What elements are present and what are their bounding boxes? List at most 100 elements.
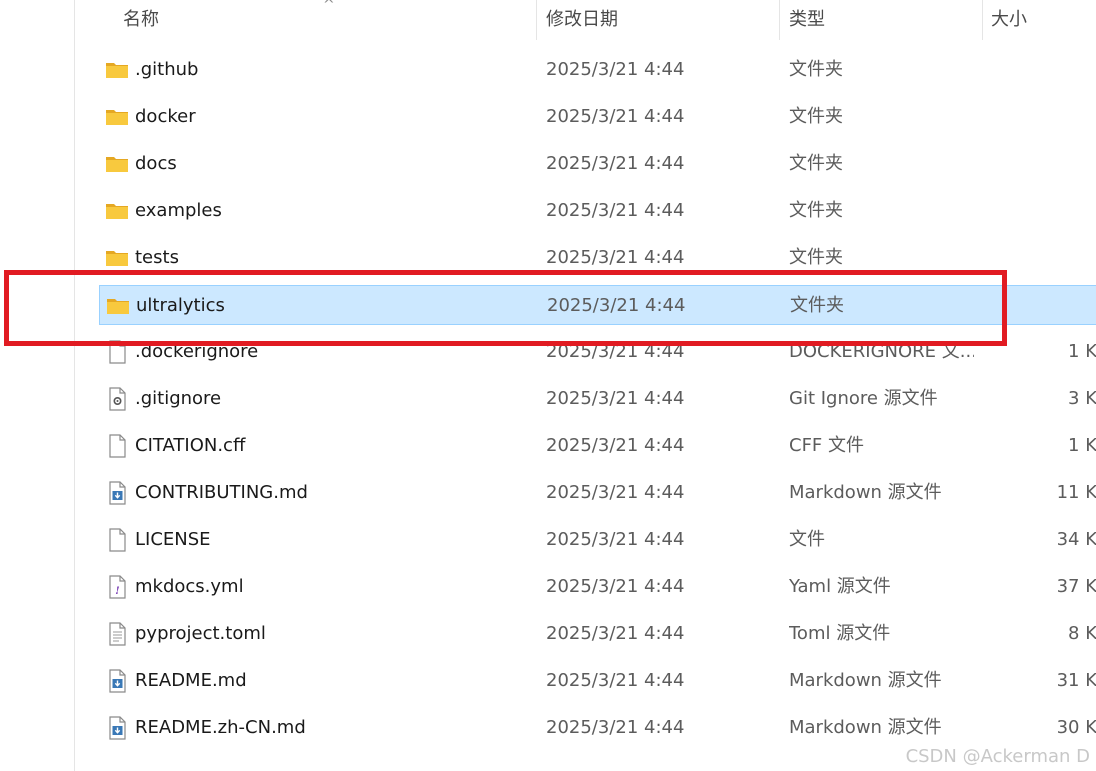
column-header-bar: 名称 ^ 修改日期 类型 大小 — [75, 0, 1096, 44]
file-type: 文件夹 — [789, 200, 843, 221]
file-type: CFF 文件 — [789, 435, 864, 456]
folder-icon — [105, 152, 129, 176]
svg-text:!: ! — [115, 586, 119, 597]
file-type: 文件夹 — [789, 59, 843, 80]
file-size: 1 K — [1068, 341, 1096, 362]
column-divider[interactable] — [536, 0, 537, 40]
file-icon — [105, 528, 129, 552]
yaml-file-icon: ! — [105, 575, 129, 599]
file-row[interactable]: docs 2025/3/21 4:44 文件夹 — [99, 144, 1096, 184]
file-size: 37 K — [1056, 576, 1096, 597]
file-name: README.zh-CN.md — [135, 717, 306, 738]
file-row[interactable]: .dockerignore 2025/3/21 4:44 DOCKERIGNORE … — [99, 332, 1096, 372]
modified-date: 2025/3/21 4:44 — [546, 529, 685, 550]
file-name: mkdocs.yml — [135, 576, 244, 597]
file-type: DOCKERIGNORE 文... — [789, 341, 974, 362]
file-type: Markdown 源文件 — [789, 717, 942, 738]
file-size — [999, 238, 1096, 278]
file-name: docker — [135, 106, 196, 127]
modified-date: 2025/3/21 4:44 — [546, 670, 685, 691]
file-row[interactable]: docker 2025/3/21 4:44 文件夹 — [99, 97, 1096, 137]
modified-date: 2025/3/21 4:44 — [546, 247, 685, 268]
file-type: 文件夹 — [789, 106, 843, 127]
modified-date: 2025/3/21 4:44 — [546, 717, 685, 738]
modified-date: 2025/3/21 4:44 — [546, 59, 685, 80]
file-name: pyproject.toml — [135, 623, 266, 644]
folder-icon — [105, 58, 129, 82]
file-row[interactable]: examples 2025/3/21 4:44 文件夹 — [99, 191, 1096, 231]
file-row[interactable]: README.zh-CN.md 2025/3/21 4:44 Markdown 源文… — [99, 708, 1096, 748]
column-header-size[interactable]: 大小 — [991, 0, 1027, 40]
config-file-icon — [105, 387, 129, 411]
folder-icon — [105, 199, 129, 223]
file-size: 8 K — [1068, 623, 1096, 644]
file-size — [999, 97, 1096, 137]
file-type: Markdown 源文件 — [789, 482, 942, 503]
file-row[interactable]: .gitignore 2025/3/21 4:44 Git Ignore 源文件 3 … — [99, 379, 1096, 419]
markdown-file-icon — [105, 669, 129, 693]
file-row[interactable]: CITATION.cff 2025/3/21 4:44 CFF 文件 1 K — [99, 426, 1096, 466]
file-row[interactable]: pyproject.toml 2025/3/21 4:44 Toml 源文件 8 K — [99, 614, 1096, 654]
file-icon — [105, 434, 129, 458]
file-type: 文件 — [789, 529, 825, 550]
file-row[interactable]: ! mkdocs.yml 2025/3/21 4:44 Yaml 源文件 37 K — [99, 567, 1096, 607]
file-type: Git Ignore 源文件 — [789, 388, 938, 409]
file-size: 31 K — [1056, 670, 1096, 691]
modified-date: 2025/3/21 4:44 — [546, 435, 685, 456]
file-icon — [105, 340, 129, 364]
modified-date: 2025/3/21 4:44 — [546, 200, 685, 221]
folder-icon — [105, 246, 129, 270]
file-type: 文件夹 — [789, 247, 843, 268]
file-name: examples — [135, 200, 222, 221]
file-size: 11 K — [1056, 482, 1096, 503]
column-header-date[interactable]: 修改日期 — [546, 0, 618, 40]
modified-date: 2025/3/21 4:44 — [546, 623, 685, 644]
modified-date: 2025/3/21 4:44 — [546, 341, 685, 362]
column-divider[interactable] — [982, 0, 983, 40]
file-name: .dockerignore — [135, 341, 259, 362]
folder-icon — [105, 105, 129, 129]
file-size — [999, 191, 1096, 231]
file-size — [999, 50, 1096, 90]
modified-date: 2025/3/21 4:44 — [546, 388, 685, 409]
modified-date: 2025/3/21 4:44 — [546, 153, 685, 174]
file-row[interactable]: tests 2025/3/21 4:44 文件夹 — [99, 238, 1096, 278]
modified-date: 2025/3/21 4:44 — [547, 295, 686, 316]
file-row[interactable]: README.md 2025/3/21 4:44 Markdown 源文件 31 K — [99, 661, 1096, 701]
navigation-pane-edge — [0, 0, 75, 771]
markdown-file-icon — [105, 481, 129, 505]
sort-ascending-icon: ^ — [323, 0, 335, 13]
file-type: Markdown 源文件 — [789, 670, 942, 691]
file-name: CITATION.cff — [135, 435, 246, 456]
file-name: docs — [135, 153, 177, 174]
text-file-icon — [105, 622, 129, 646]
file-name: .gitignore — [135, 388, 222, 409]
modified-date: 2025/3/21 4:44 — [546, 576, 685, 597]
markdown-file-icon — [105, 716, 129, 740]
file-name: .github — [135, 59, 199, 80]
column-header-name[interactable]: 名称 — [123, 0, 159, 40]
watermark: CSDN @Ackerman D — [905, 746, 1090, 767]
file-type: Toml 源文件 — [789, 623, 891, 644]
file-size — [1000, 286, 1096, 326]
file-size: 1 K — [1068, 435, 1096, 456]
file-name: CONTRIBUTING.md — [135, 482, 308, 503]
file-row-selected[interactable]: ultralytics 2025/3/21 4:44 文件夹 — [99, 285, 1096, 325]
modified-date: 2025/3/21 4:44 — [546, 106, 685, 127]
file-name: ultralytics — [136, 295, 225, 316]
file-row[interactable]: .github 2025/3/21 4:44 文件夹 — [99, 50, 1096, 90]
file-name: tests — [135, 247, 179, 268]
column-divider[interactable] — [779, 0, 780, 40]
file-name: LICENSE — [135, 529, 211, 550]
file-row[interactable]: LICENSE 2025/3/21 4:44 文件 34 K — [99, 520, 1096, 560]
file-size: 30 K — [1056, 717, 1096, 738]
file-type: 文件夹 — [790, 295, 844, 316]
modified-date: 2025/3/21 4:44 — [546, 482, 685, 503]
folder-icon — [106, 294, 130, 318]
file-row[interactable]: CONTRIBUTING.md 2025/3/21 4:44 Markdown 源文… — [99, 473, 1096, 513]
file-type: 文件夹 — [789, 153, 843, 174]
file-type: Yaml 源文件 — [789, 576, 891, 597]
file-size: 34 K — [1056, 529, 1096, 550]
file-size: 3 K — [1068, 388, 1096, 409]
column-header-type[interactable]: 类型 — [789, 0, 825, 40]
